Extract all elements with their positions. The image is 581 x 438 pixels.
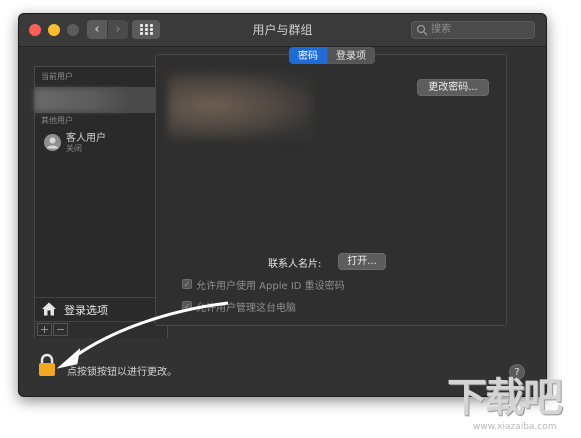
watermark-url: www.xiazaiba.com [473, 422, 557, 432]
guest-user-name[interactable]: 客人用户 [66, 129, 106, 144]
blurred-user-name [35, 89, 131, 111]
tab-bar: 密码 登录项 [289, 47, 375, 64]
admin-label: 允许用户管理这台电脑 [196, 302, 296, 314]
apple-id-reset-checkbox[interactable]: ✓ 允许用户使用 Apple ID 重设密码 [182, 277, 345, 292]
search-field[interactable]: 搜索 [411, 21, 535, 39]
blurred-user-info [168, 72, 313, 140]
open-contact-button[interactable]: 打开... [338, 253, 386, 270]
admin-checkbox[interactable]: ✓ 允许用户管理这台电脑 [182, 299, 296, 314]
apple-id-reset-label: 允许用户使用 Apple ID 重设密码 [196, 280, 345, 292]
guest-user-status: 关闭 [66, 144, 82, 153]
house-icon [42, 302, 56, 316]
remove-user-button[interactable]: − [53, 323, 68, 336]
current-user-item[interactable] [35, 87, 167, 113]
login-options-label: 登录选项 [64, 304, 108, 317]
search-icon [416, 24, 428, 36]
contact-card-label: 联系人名片: [268, 259, 322, 270]
guest-avatar-icon [44, 134, 61, 151]
add-remove-bar: + − [35, 321, 167, 338]
change-password-button[interactable]: 更改密码... [417, 79, 489, 96]
lock-instruction: 点按锁按钮以进行更改。 [67, 367, 177, 378]
other-users-label: 其他用户 [41, 116, 73, 125]
lock-icon[interactable] [37, 353, 57, 377]
checkmark-icon: ✓ [182, 301, 192, 311]
search-placeholder: 搜索 [431, 24, 451, 35]
checkmark-icon: ✓ [182, 279, 192, 289]
title-bar: ‹ › 用户与群组 搜索 [19, 14, 546, 47]
current-users-label: 当前用户 [41, 72, 73, 81]
watermark-logo-text: 下载吧 [447, 375, 563, 421]
tab-login-items[interactable]: 登录项 [327, 47, 375, 64]
user-list-sidebar: 当前用户 其他用户 客人用户 关闭 登录选项 + − [34, 66, 168, 338]
watermark: 下载吧 www.xiazaiba.com [447, 376, 577, 436]
add-user-button[interactable]: + [37, 323, 52, 336]
tab-password[interactable]: 密码 [289, 47, 327, 64]
login-options-item[interactable]: 登录选项 [35, 297, 167, 320]
